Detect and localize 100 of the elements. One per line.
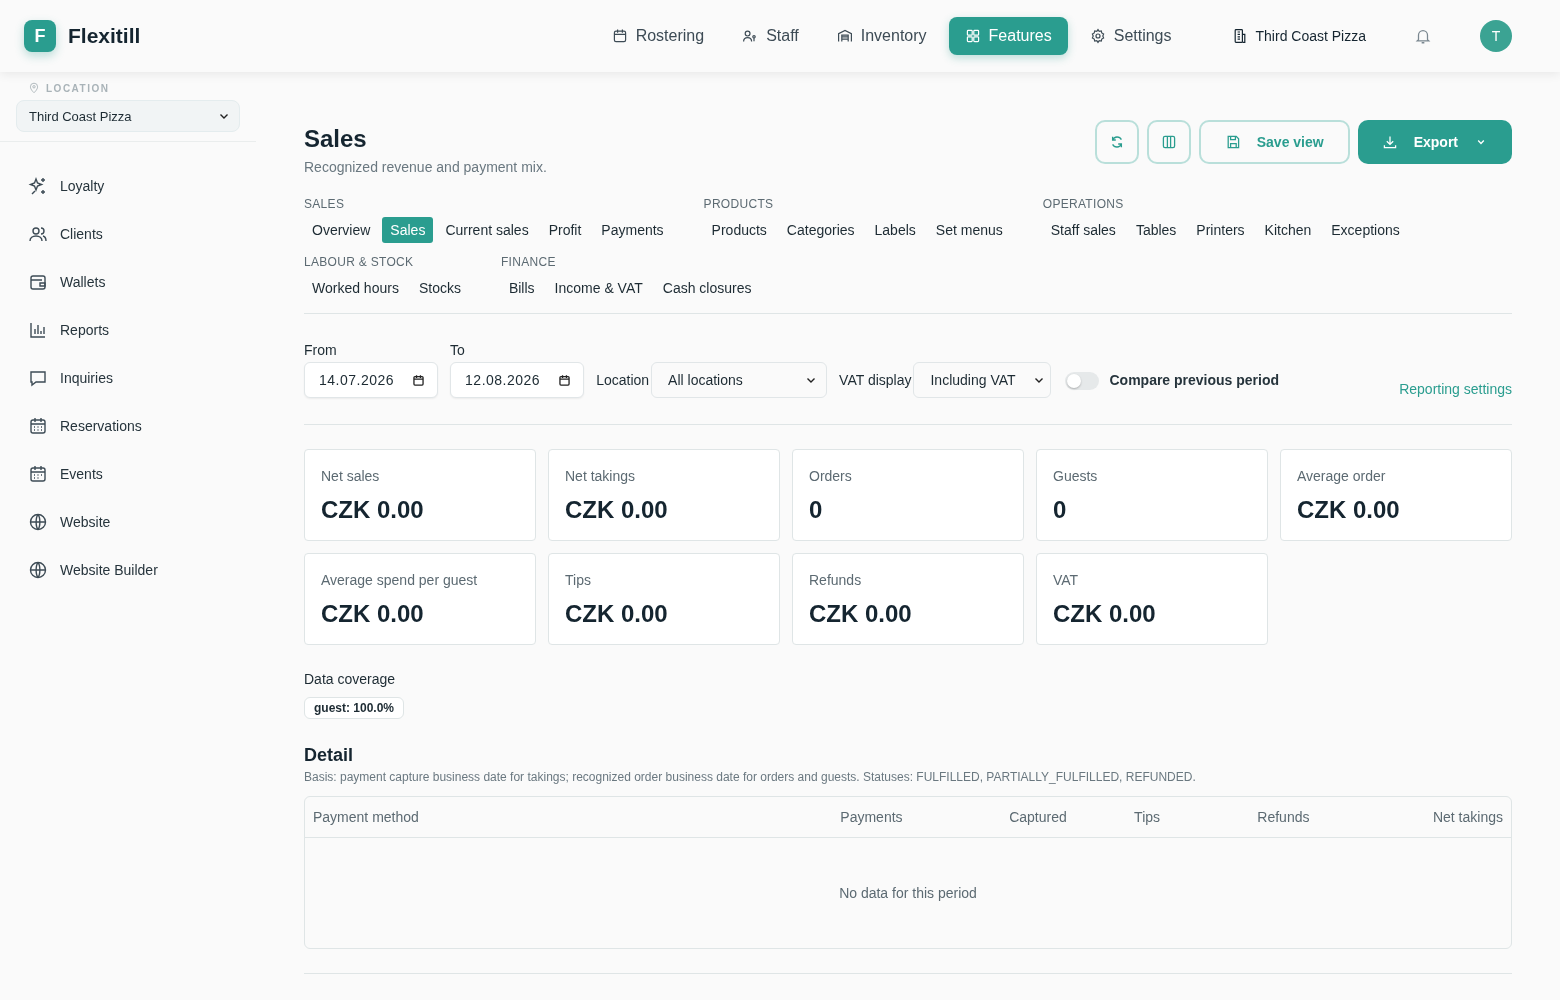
empty-message: No data for this period xyxy=(839,885,977,901)
kpi-label: VAT xyxy=(1053,572,1080,588)
kpi-label: Orders xyxy=(809,468,853,484)
grid-icon xyxy=(964,28,981,44)
kpi-value: 0 xyxy=(809,496,824,524)
message-icon xyxy=(28,368,48,388)
report-tab[interactable]: Overview xyxy=(304,217,379,243)
nav-tab[interactable]: Staff xyxy=(726,17,815,55)
report-tab[interactable]: Exceptions xyxy=(1323,217,1408,243)
kpi-value: CZK 0.00 xyxy=(321,496,425,524)
sidebar-item[interactable]: Loyalty xyxy=(0,162,256,210)
kpi-label: Net takings xyxy=(565,468,637,484)
vat-select[interactable]: Including VAT xyxy=(913,362,1052,398)
sidebar-item[interactable]: Reservations xyxy=(0,402,256,450)
calendar-icon xyxy=(28,464,48,484)
nav-tab[interactable]: Inventory xyxy=(820,17,943,55)
report-tab[interactable]: Current sales xyxy=(437,217,537,243)
report-tab[interactable]: Cash closures xyxy=(654,275,760,301)
sparkle-icon xyxy=(28,176,48,196)
location-filter-label: Location xyxy=(596,371,650,390)
calendar-icon xyxy=(412,373,426,387)
sidebar-item[interactable]: Events xyxy=(0,450,256,498)
coverage-title: Data coverage xyxy=(304,671,397,687)
kpi-label: Average order xyxy=(1297,468,1387,484)
location-select[interactable]: All locations xyxy=(651,362,828,398)
kpi-value: CZK 0.00 xyxy=(1053,600,1157,628)
sidebar-item[interactable]: Inquiries xyxy=(0,354,256,402)
nav-tab[interactable]: Settings xyxy=(1073,17,1188,55)
compare-label: Compare previous period xyxy=(1109,371,1280,390)
sidebar-item[interactable]: Website xyxy=(0,498,256,546)
column-header: Captured xyxy=(1008,809,1068,825)
refresh-button[interactable] xyxy=(1094,120,1139,164)
report-tab[interactable]: Set menus xyxy=(927,217,1011,243)
settings-icon xyxy=(1089,28,1106,44)
bar-chart-icon xyxy=(28,320,48,340)
kpi-label: Net sales xyxy=(321,468,381,484)
sidebar-item[interactable]: Clients xyxy=(0,210,256,258)
compare-toggle[interactable] xyxy=(1065,372,1100,390)
column-header: Refunds xyxy=(1256,809,1311,825)
globe-icon xyxy=(28,560,48,580)
report-tab[interactable]: Categories xyxy=(778,217,863,243)
users-icon xyxy=(28,224,48,244)
report-tab[interactable]: Staff sales xyxy=(1042,217,1124,243)
detail-title: Detail xyxy=(304,745,355,766)
calendar-icon xyxy=(558,373,572,387)
report-tab[interactable]: Payments xyxy=(593,217,672,243)
group-heading: LABOUR & STOCK xyxy=(304,255,415,269)
kpi-value: 0 xyxy=(1053,496,1068,524)
logo: F xyxy=(24,20,56,52)
pin-icon xyxy=(28,82,40,94)
date-field[interactable]: 12.08.2026 xyxy=(450,362,585,398)
nav-tab[interactable]: Rostering xyxy=(595,17,721,55)
kpi-label: Tips xyxy=(565,572,592,588)
date-field[interactable]: 14.07.2026 xyxy=(304,362,439,398)
column-header: Payments xyxy=(839,809,904,825)
kpi-label: Refunds xyxy=(809,572,863,588)
from-label: From xyxy=(304,342,338,358)
columns-button[interactable] xyxy=(1146,120,1191,164)
to-label: To xyxy=(450,342,466,358)
report-tab[interactable]: Stocks xyxy=(410,275,469,301)
app-name: Flexitill xyxy=(68,24,141,48)
bell-icon[interactable] xyxy=(1414,27,1432,45)
venue-button[interactable]: Third Coast Pizza xyxy=(1225,27,1372,45)
location-select[interactable]: Third Coast Pizza xyxy=(16,100,240,132)
vat-display-label: VAT display xyxy=(839,371,912,390)
location-label: LOCATION xyxy=(46,82,110,94)
column-header: Tips xyxy=(1133,809,1162,825)
kpi-value: CZK 0.00 xyxy=(1297,496,1401,524)
report-tab[interactable]: Income & VAT xyxy=(546,275,651,301)
globe-icon xyxy=(28,512,48,532)
report-tab[interactable]: Profit xyxy=(540,217,590,243)
sidebar-item[interactable]: Wallets xyxy=(0,258,256,306)
report-tab[interactable]: Worked hours xyxy=(304,275,407,301)
report-tab[interactable]: Products xyxy=(703,217,775,243)
wallet-icon xyxy=(28,272,48,292)
coverage-chip: guest: 100.0% xyxy=(304,697,405,719)
report-tab[interactable]: Kitchen xyxy=(1256,217,1320,243)
columns-icon xyxy=(1160,134,1177,150)
detail-note: Basis: payment capture business date for takings; recognized order business date for orders and guests. Statuses: FULFILLED, PARTIALLY_FULFILLED, REFUNDED. xyxy=(304,770,1197,784)
report-tab[interactable]: Labels xyxy=(866,217,924,243)
calendar-icon xyxy=(28,416,48,436)
kpi-value: CZK 0.00 xyxy=(809,600,913,628)
group-heading: OPERATIONS xyxy=(1042,197,1125,211)
kpi-value: CZK 0.00 xyxy=(565,496,669,524)
report-tab[interactable]: Printers xyxy=(1188,217,1253,243)
kpi-label: Average spend per guest xyxy=(321,572,479,588)
report-tab[interactable]: Bills xyxy=(500,275,543,301)
warehouse-icon xyxy=(836,28,853,44)
sidebar-item[interactable]: Website Builder xyxy=(0,546,256,594)
group-heading: PRODUCTS xyxy=(703,197,775,211)
calendar-icon xyxy=(611,28,628,44)
user-icon xyxy=(742,28,759,44)
sidebar-item[interactable]: Reports xyxy=(0,306,256,354)
page-title: Sales xyxy=(304,125,368,153)
group-heading: SALES xyxy=(304,197,346,211)
column-header: Net takings xyxy=(1431,809,1504,825)
kpi-value: CZK 0.00 xyxy=(321,600,425,628)
kpi-label: Guests xyxy=(1053,468,1099,484)
group-heading: FINANCE xyxy=(500,255,557,269)
report-tab[interactable]: Tables xyxy=(1127,217,1185,243)
